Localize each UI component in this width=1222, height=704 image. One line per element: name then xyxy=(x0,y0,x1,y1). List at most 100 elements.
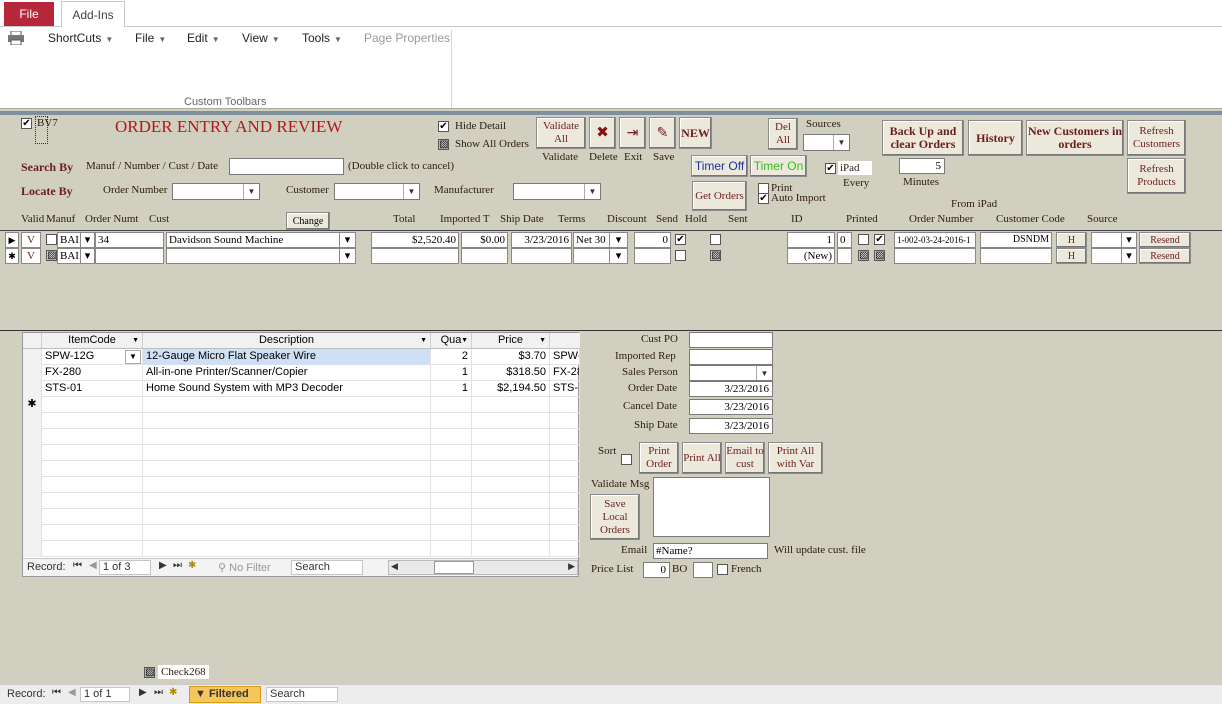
bv7-checkbox[interactable]: ✔ xyxy=(21,118,32,129)
order-date-input[interactable]: 3/23/2016 xyxy=(689,381,773,397)
grid-checkbox[interactable] xyxy=(46,234,57,245)
new-button[interactable]: NEW xyxy=(679,117,712,149)
email-input[interactable]: #Name? xyxy=(653,543,768,559)
line-qty-cell[interactable] xyxy=(431,461,472,477)
id-cell[interactable]: (New) xyxy=(787,248,835,264)
cust-cell[interactable] xyxy=(166,248,356,264)
new-record-icon[interactable]: ✱ xyxy=(188,560,196,571)
chevron-down-icon[interactable]: ▼ xyxy=(584,184,600,199)
sources-combo[interactable]: ▼ xyxy=(803,134,850,151)
line-code-cell[interactable] xyxy=(42,525,143,541)
cust-po-input[interactable] xyxy=(689,332,773,348)
row-selector[interactable] xyxy=(23,365,42,381)
line-qty-cell[interactable]: 1 xyxy=(431,365,472,381)
line-qty-cell[interactable] xyxy=(431,429,472,445)
refresh-products-button[interactable]: Refresh Products xyxy=(1127,158,1186,194)
chevron-down-icon[interactable]: ▾ xyxy=(609,232,628,248)
form-search-input[interactable]: Search xyxy=(266,687,338,702)
col-quantity[interactable]: Qua ▼ xyxy=(431,333,472,349)
chevron-down-icon[interactable]: ▾ xyxy=(1121,248,1137,264)
next-record-icon[interactable]: ▶ xyxy=(159,560,167,571)
manuf-cell[interactable]: BAI xyxy=(57,232,81,248)
chevron-down-icon[interactable]: ▼ xyxy=(243,184,259,199)
line-qty-cell[interactable] xyxy=(431,525,472,541)
del-all-button[interactable]: Del All xyxy=(768,118,798,150)
line-code-cell[interactable] xyxy=(42,397,143,413)
grid-checkbox[interactable]: ✔ xyxy=(675,234,686,245)
table-row[interactable]: SPW-12G 12-Gauge Micro Flat Speaker Wire 2… xyxy=(23,349,580,365)
chevron-down-icon[interactable]: ▼ xyxy=(403,184,419,199)
line-price-cell[interactable] xyxy=(472,541,550,557)
change-button[interactable]: Change xyxy=(286,212,330,230)
hold-button[interactable]: H xyxy=(1056,248,1087,264)
subform-search-input[interactable]: Search xyxy=(291,560,363,575)
line-qty-cell[interactable] xyxy=(431,397,472,413)
customer-code-cell[interactable]: DSNDM xyxy=(980,232,1052,248)
select-all-corner[interactable] xyxy=(23,333,42,349)
line-extra-cell[interactable]: SPW- xyxy=(550,349,580,365)
line-code-cell[interactable] xyxy=(42,477,143,493)
manufacturer-combo[interactable]: ▼ xyxy=(513,183,601,200)
grid-checkbox[interactable] xyxy=(858,234,869,245)
row-selector[interactable] xyxy=(23,445,42,461)
ship-date-input[interactable]: 3/23/2016 xyxy=(689,418,773,434)
timer-on-button[interactable]: Timer On xyxy=(750,155,807,177)
menu-tools[interactable]: Tools ▼ xyxy=(302,31,342,45)
resend-button[interactable]: Resend xyxy=(1139,232,1191,248)
imported-rep-input[interactable] xyxy=(689,349,773,365)
line-desc-cell[interactable]: 12-Gauge Micro Flat Speaker Wire xyxy=(143,349,431,365)
printer-icon[interactable] xyxy=(8,30,24,46)
line-extra-cell[interactable] xyxy=(550,445,580,461)
line-code-cell[interactable] xyxy=(42,429,143,445)
line-price-cell[interactable]: $318.50 xyxy=(472,365,550,381)
line-price-cell[interactable] xyxy=(472,413,550,429)
line-qty-cell[interactable] xyxy=(431,413,472,429)
line-code-cell[interactable]: STS-01 xyxy=(42,381,143,397)
discount-cell[interactable]: 0 xyxy=(634,232,671,248)
chevron-down-icon[interactable]: ▾ xyxy=(80,232,95,248)
get-orders-button[interactable]: Get Orders xyxy=(692,181,747,211)
line-extra-cell[interactable] xyxy=(550,509,580,525)
printed-cell[interactable]: 0 xyxy=(837,232,852,248)
line-code-cell[interactable] xyxy=(42,413,143,429)
grid-checkbox[interactable]: ▨ xyxy=(858,250,869,261)
minutes-input[interactable]: 5 xyxy=(899,158,945,174)
record-position-input[interactable]: 1 of 1 xyxy=(80,687,130,702)
line-extra-cell[interactable] xyxy=(550,429,580,445)
manuf-cell[interactable]: BAI xyxy=(57,248,81,264)
table-row[interactable]: FX-280 All-in-one Printer/Scanner/Copier 1… xyxy=(23,365,580,381)
line-price-cell[interactable] xyxy=(472,493,550,509)
table-row[interactable] xyxy=(23,541,580,557)
line-extra-cell[interactable]: STS- xyxy=(550,381,580,397)
col-description[interactable]: Description ▼ xyxy=(143,333,431,349)
grid-checkbox[interactable]: ▨ xyxy=(874,250,885,261)
chevron-down-icon[interactable]: ▾ xyxy=(80,248,95,264)
row-selector[interactable] xyxy=(23,413,42,429)
row-selector[interactable] xyxy=(23,525,42,541)
line-extra-cell[interactable] xyxy=(550,541,580,557)
chevron-down-icon[interactable]: ▼ xyxy=(833,135,849,150)
line-desc-cell[interactable] xyxy=(143,445,431,461)
history-button[interactable]: History xyxy=(968,120,1023,156)
row-selector[interactable] xyxy=(23,541,42,557)
line-extra-cell[interactable] xyxy=(550,493,580,509)
file-tab[interactable]: File xyxy=(4,2,54,26)
order-num-cell[interactable]: 34 xyxy=(95,232,164,248)
row-selector[interactable] xyxy=(23,493,42,509)
line-code-cell[interactable]: FX-280 xyxy=(42,365,143,381)
line-qty-cell[interactable]: 2 xyxy=(431,349,472,365)
col-price[interactable]: Price ▼ xyxy=(472,333,550,349)
menu-edit[interactable]: Edit ▼ xyxy=(187,31,220,45)
french-checkbox[interactable] xyxy=(717,564,728,575)
record-selector[interactable]: ▶ xyxy=(5,232,19,248)
menu-shortcuts[interactable]: ShortCuts ▼ xyxy=(48,31,113,45)
grid-checkbox[interactable]: ▨ xyxy=(710,250,721,261)
line-code-cell[interactable] xyxy=(42,445,143,461)
resend-button[interactable]: Resend xyxy=(1139,248,1191,264)
line-price-cell[interactable] xyxy=(472,461,550,477)
row-selector[interactable] xyxy=(23,349,42,365)
table-row[interactable] xyxy=(23,477,580,493)
line-qty-cell[interactable] xyxy=(431,493,472,509)
menu-view[interactable]: View ▼ xyxy=(242,31,280,45)
valid-cell[interactable]: V xyxy=(21,248,41,264)
